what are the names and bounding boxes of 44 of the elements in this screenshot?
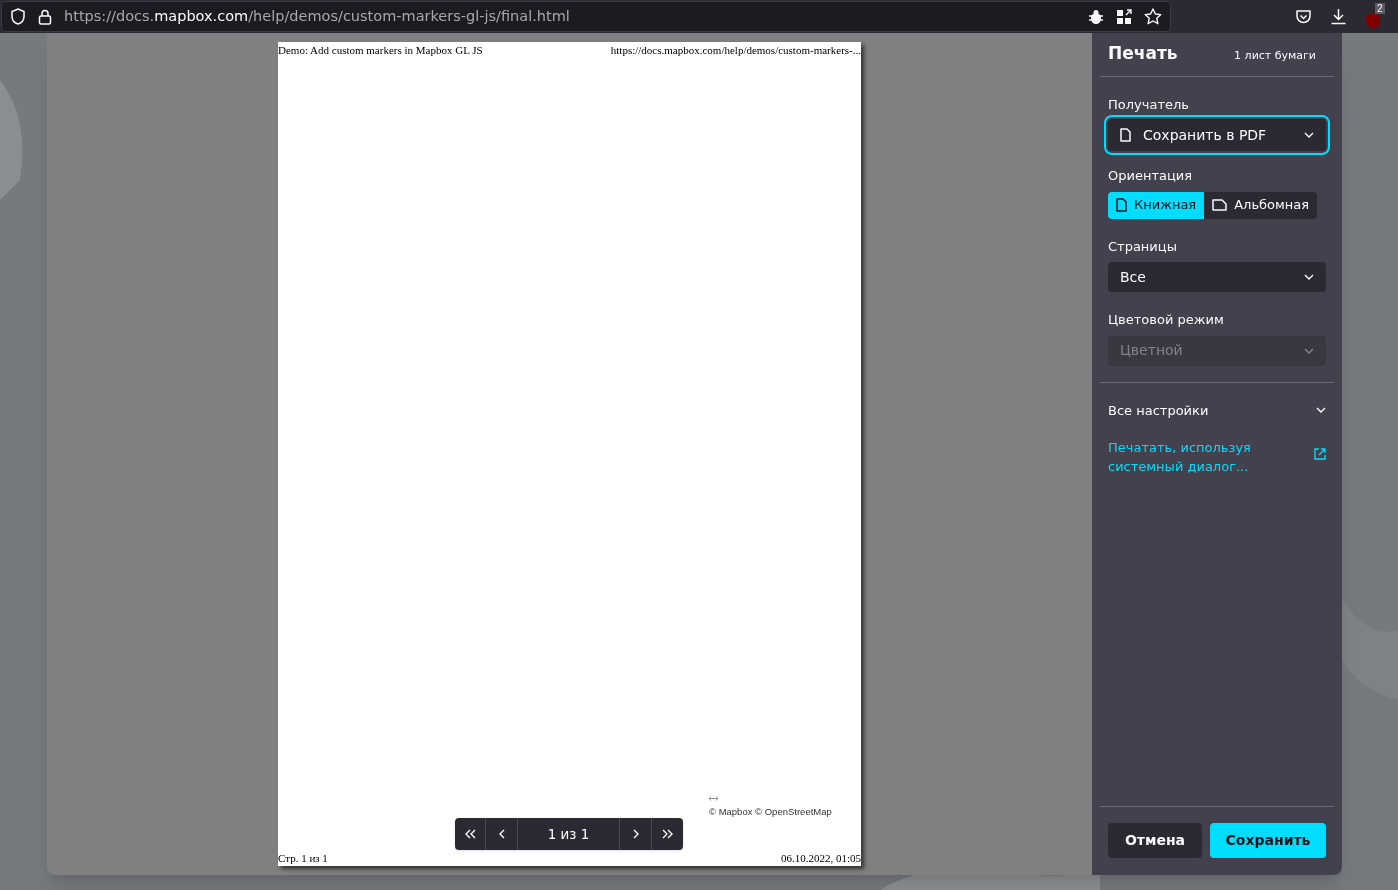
page-footer-number: Стр. 1 из 1 xyxy=(278,850,328,866)
double-chevron-right-icon xyxy=(661,829,674,839)
cancel-button[interactable]: Отмена xyxy=(1108,823,1202,858)
lock-icon[interactable] xyxy=(38,8,52,25)
shield-icon xyxy=(1365,11,1381,30)
shield-extension-button[interactable]: 2 xyxy=(1365,2,1387,31)
chevron-down-icon xyxy=(1304,132,1314,138)
field-label: Страницы xyxy=(1108,237,1178,256)
field-label: Получатель xyxy=(1108,95,1190,114)
orientation-toggle[interactable]: Книжная xyxy=(1108,191,1205,219)
double-chevron-left-icon xyxy=(464,829,476,839)
field-label: Ориентация xyxy=(1108,167,1194,185)
orientation-toggle[interactable]: Альбомная xyxy=(1204,191,1318,219)
chevron-right-icon xyxy=(632,829,639,839)
system-dialog-link[interactable]: Печатать, используя системный диалог... xyxy=(1108,438,1268,476)
select-field[interactable]: Все xyxy=(1108,262,1326,292)
page-footer-date: 06.10.2022, 01:05 xyxy=(780,850,861,866)
map-attribution: © Mapbox © OpenStreetMap xyxy=(709,805,832,820)
field-label: Цветовой режим xyxy=(1108,311,1225,329)
sheet-count: 1 лист бумаги xyxy=(1234,48,1316,64)
extension-badge: 2 xyxy=(1375,2,1385,14)
landscape-page-icon xyxy=(1212,199,1228,211)
page-header-url: https://docs.mapbox.com/help/demos/custom-markers-... xyxy=(610,43,861,58)
page-icon xyxy=(1116,198,1127,212)
page-header-title: Demo: Add custom markers in Mapbox GL JS xyxy=(278,43,483,58)
page-icon xyxy=(1120,128,1131,142)
grid-icon[interactable] xyxy=(1116,8,1132,25)
panel-title: Печать xyxy=(1108,42,1178,65)
page-counter: 1 из 1 xyxy=(518,818,620,850)
shield-icon[interactable] xyxy=(10,8,26,25)
external-link-icon[interactable] xyxy=(1314,448,1326,460)
address-bar[interactable]: https://docs.mapbox.com/help/demos/custom-markers-gl-js/final.html xyxy=(1,1,1171,32)
save-button[interactable]: Сохранить xyxy=(1210,823,1326,858)
expand-arrows-icon xyxy=(709,796,718,802)
download-icon[interactable] xyxy=(1330,8,1347,25)
star-icon[interactable] xyxy=(1144,8,1162,25)
chevron-down-icon xyxy=(1316,407,1326,414)
chevron-down-icon xyxy=(1304,274,1314,280)
more-settings-toggle[interactable]: Все настройки xyxy=(1100,400,1334,420)
chevron-down-icon xyxy=(1304,347,1314,354)
chevron-left-icon xyxy=(498,829,505,839)
pocket-icon[interactable] xyxy=(1295,8,1312,25)
url-text: https://docs.mapbox.com/help/demos/custom-markers-gl-js/final.html xyxy=(64,6,571,26)
bug-icon[interactable] xyxy=(1088,8,1104,25)
